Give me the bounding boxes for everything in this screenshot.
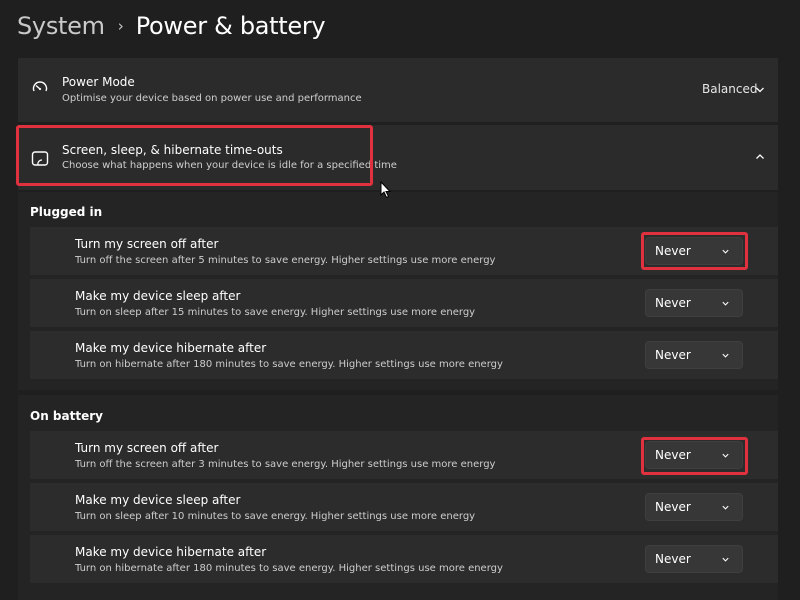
dropdown-value: Never [655,296,691,310]
battery-screen-dropdown[interactable]: Never [645,441,743,469]
plugged-hibernate-row: Make my device hibernate after Turn on h… [30,331,778,379]
chevron-down-icon [722,353,729,358]
row-subtitle: Turn off the screen after 5 minutes to s… [75,255,496,266]
chevron-up-icon[interactable] [755,152,765,162]
plugged-screen-dropdown[interactable]: Never [645,237,743,265]
page-title: Power & battery [135,12,326,40]
plugged-hibernate-dropdown[interactable]: Never [645,341,743,369]
battery-hibernate-dropdown[interactable]: Never [645,545,743,573]
row-subtitle: Turn on sleep after 15 minutes to save e… [75,307,476,318]
dropdown-value: Never [655,348,691,362]
row-subtitle: Turn off the screen after 3 minutes to s… [75,459,496,470]
power-mode-icon [32,81,48,92]
battery-hibernate-row: Make my device hibernate after Turn on h… [30,535,778,583]
plugged-sleep-row: Make my device sleep after Turn on sleep… [30,279,778,327]
chevron-down-icon [722,249,729,254]
battery-sleep-dropdown[interactable]: Never [645,493,743,521]
power-mode-card[interactable]: Power Mode Optimise your device based on… [18,58,778,122]
plugged-screen-row: Turn my screen off after Turn off the sc… [30,227,778,275]
plugged-in-label: Plugged in [30,205,103,219]
chevron-down-icon [722,453,729,458]
timeouts-subtitle: Choose what happens when your device is … [62,160,397,171]
on-battery-label: On battery [30,409,103,423]
power-mode-title: Power Mode [62,75,135,89]
dropdown-value: Never [655,500,691,514]
chevron-down-icon [722,557,729,562]
dropdown-value: Never [655,552,691,566]
power-mode-subtitle: Optimise your device based on power use … [62,93,362,104]
row-title: Turn my screen off after [75,237,219,251]
row-subtitle: Turn on hibernate after 180 minutes to s… [75,359,503,370]
breadcrumb-separator: › [117,17,124,35]
row-subtitle: Turn on hibernate after 180 minutes to s… [75,563,503,574]
row-title: Make my device sleep after [75,493,241,507]
screen-sleep-icon [31,151,49,166]
row-title: Make my device hibernate after [75,341,267,355]
battery-screen-row: Turn my screen off after Turn off the sc… [30,431,778,479]
mouse-cursor-icon [380,181,392,199]
row-subtitle: Turn on sleep after 10 minutes to save e… [75,511,476,522]
chevron-down-icon[interactable] [755,85,765,95]
row-title: Make my device hibernate after [75,545,267,559]
dropdown-value: Never [655,448,691,462]
timeouts-title: Screen, sleep, & hibernate time-outs [62,143,283,157]
breadcrumb-system[interactable]: System [17,12,105,40]
battery-sleep-row: Make my device sleep after Turn on sleep… [30,483,778,531]
breadcrumb: System › Power & battery [17,8,326,44]
chevron-down-icon [722,505,729,510]
timeouts-card[interactable]: Screen, sleep, & hibernate time-outs Cho… [18,125,778,190]
plugged-sleep-dropdown[interactable]: Never [645,289,743,317]
row-title: Turn my screen off after [75,441,219,455]
row-title: Make my device sleep after [75,289,241,303]
dropdown-value: Never [655,244,691,258]
chevron-down-icon [722,301,729,306]
power-mode-value[interactable]: Balanced [702,82,757,96]
